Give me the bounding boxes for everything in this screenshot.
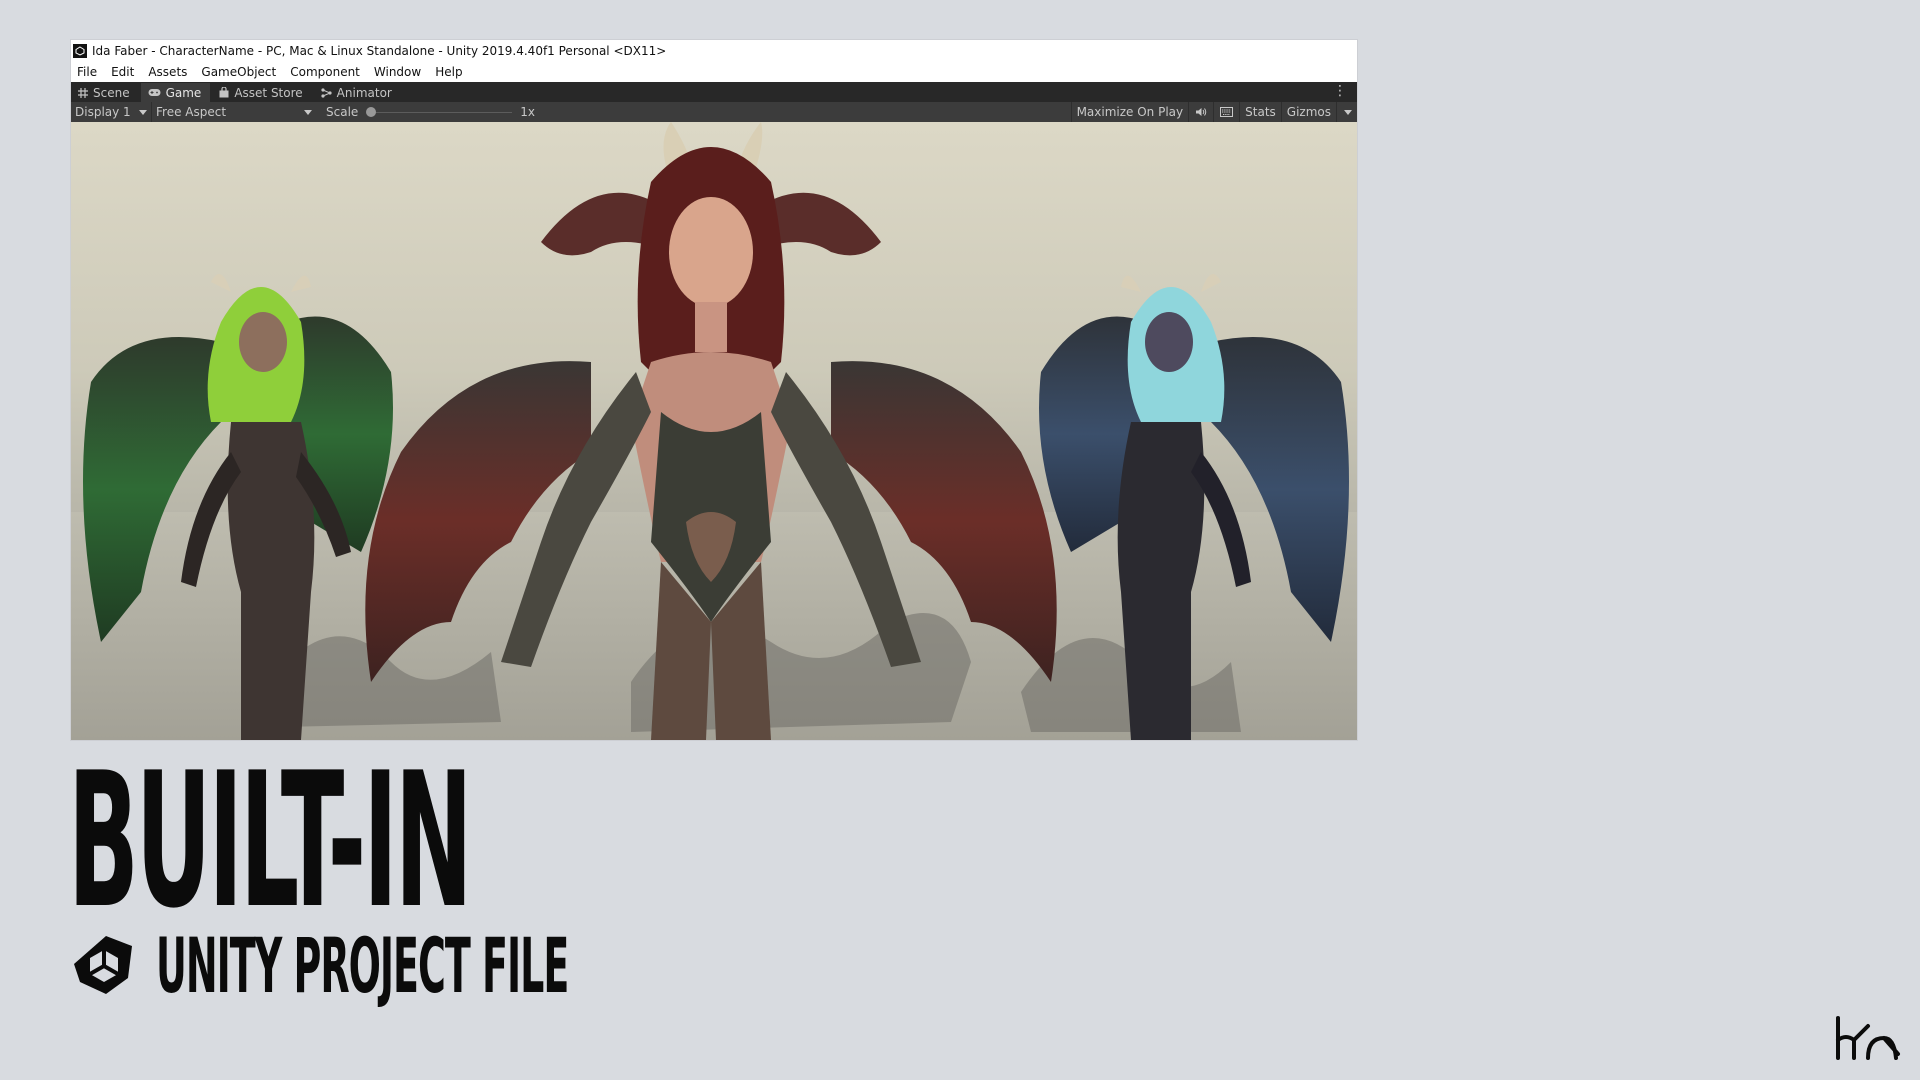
gizmos-label: Gizmos xyxy=(1286,105,1331,119)
game-view-render[interactable] xyxy=(71,122,1357,740)
menu-gameobject[interactable]: GameObject xyxy=(201,65,276,79)
subheadline-unity-project-file: UNITY PROJECT FILE xyxy=(156,921,569,1010)
ida-brand-logo xyxy=(1836,1016,1900,1060)
tab-scene-label: Scene xyxy=(93,85,130,100)
menu-help[interactable]: Help xyxy=(435,65,462,79)
aspect-dropdown[interactable]: Free Aspect xyxy=(151,102,316,122)
menu-file[interactable]: File xyxy=(77,65,97,79)
menu-edit[interactable]: Edit xyxy=(111,65,134,79)
title-bar: Ida Faber - CharacterName - PC, Mac & Li… xyxy=(71,40,1357,62)
display-dropdown-value: Display 1 xyxy=(75,105,131,119)
tab-scene[interactable]: Scene xyxy=(71,83,139,102)
animator-icon xyxy=(321,87,332,98)
unity-app-icon xyxy=(73,44,87,58)
chevron-down-icon xyxy=(139,110,147,115)
display-dropdown[interactable]: Display 1 xyxy=(71,102,151,122)
scale-slider-handle[interactable] xyxy=(366,106,377,117)
scale-label: Scale xyxy=(326,105,359,119)
rendered-scene-image xyxy=(71,122,1357,740)
menu-assets[interactable]: Assets xyxy=(148,65,187,79)
unity-logo-icon xyxy=(74,936,132,994)
tab-game[interactable]: Game xyxy=(140,83,211,102)
gamepad-icon xyxy=(148,89,161,96)
more-options-icon[interactable]: ⋮ xyxy=(1333,84,1347,98)
gizmos-toggle[interactable]: Gizmos xyxy=(1280,102,1336,122)
stats-toggle[interactable]: Stats xyxy=(1239,102,1281,122)
chevron-down-icon xyxy=(304,110,312,115)
editor-tab-bar: Scene Game Asset Store Animator ⋮ xyxy=(71,82,1357,102)
scale-value: 1x xyxy=(520,105,536,119)
tab-animator-label: Animator xyxy=(336,85,392,100)
tab-asset-store-label: Asset Store xyxy=(234,85,303,100)
keyboard-icon xyxy=(1220,107,1234,117)
stats-label: Stats xyxy=(1245,105,1276,119)
menu-bar: File Edit Assets GameObject Component Wi… xyxy=(71,62,1357,82)
menu-component[interactable]: Component xyxy=(290,65,360,79)
game-view-toolbar: Display 1 Free Aspect Scale 1x Maximize … xyxy=(71,102,1357,123)
tab-game-label: Game xyxy=(165,85,202,100)
scene-grid-icon xyxy=(78,87,88,98)
tab-asset-store[interactable]: Asset Store xyxy=(212,83,311,102)
bag-icon xyxy=(219,87,229,98)
toolbar-right-group: Maximize On Play Stats Gizmos xyxy=(1070,102,1357,122)
keyboard-shortcuts-toggle[interactable] xyxy=(1213,102,1239,122)
scale-slider[interactable] xyxy=(366,106,513,117)
menu-window[interactable]: Window xyxy=(374,65,421,79)
aspect-dropdown-value: Free Aspect xyxy=(156,105,227,119)
gizmos-dropdown[interactable] xyxy=(1336,102,1357,122)
speaker-icon xyxy=(1196,108,1207,116)
window-title: Ida Faber - CharacterName - PC, Mac & Li… xyxy=(92,44,667,58)
chevron-down-icon xyxy=(1344,109,1352,115)
tab-animator[interactable]: Animator xyxy=(314,83,401,102)
headline-built-in: BUILT-IN xyxy=(68,732,473,949)
maximize-on-play-label: Maximize On Play xyxy=(1076,105,1184,119)
unity-editor-window: Ida Faber - CharacterName - PC, Mac & Li… xyxy=(71,40,1357,740)
maximize-on-play-toggle[interactable]: Maximize On Play xyxy=(1070,102,1189,122)
mute-audio-toggle[interactable] xyxy=(1188,102,1213,122)
